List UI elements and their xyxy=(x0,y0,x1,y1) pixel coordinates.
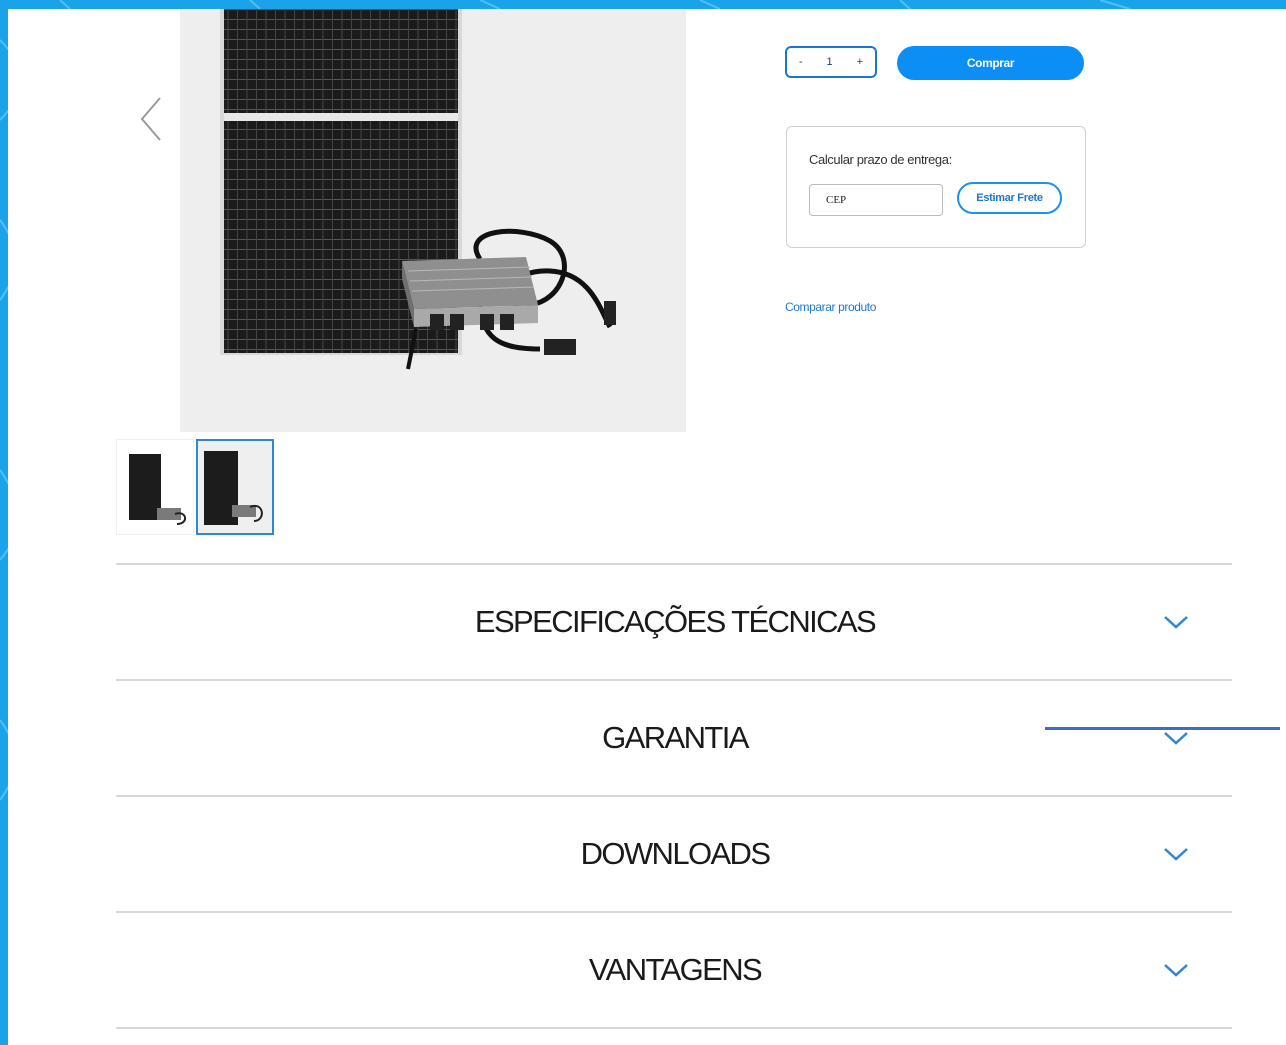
quantity-stepper[interactable]: - 1 + xyxy=(785,46,877,78)
accordion-title: GARANTIA xyxy=(602,720,749,755)
chevron-left-icon[interactable] xyxy=(136,94,166,144)
estimate-shipping-button[interactable]: Estimar Frete xyxy=(957,182,1062,214)
accordion-item-specs[interactable]: ESPECIFICAÇÕES TÉCNICAS xyxy=(116,565,1232,681)
qty-increment-button[interactable]: + xyxy=(857,56,863,68)
chevron-down-icon[interactable] xyxy=(1162,729,1190,747)
product-main-image[interactable] xyxy=(180,9,686,432)
cep-input[interactable] xyxy=(809,184,943,216)
thumbnail-image xyxy=(198,441,272,533)
thumbnail-2[interactable] xyxy=(196,439,274,535)
accordion-item-advantages[interactable]: VANTAGENS xyxy=(116,913,1232,1029)
accordion-item-warranty[interactable]: GARANTIA xyxy=(116,681,1232,797)
buy-button[interactable]: Comprar xyxy=(897,46,1084,80)
thumbnail-1[interactable] xyxy=(116,439,194,535)
product-accordion: ESPECIFICAÇÕES TÉCNICAS GARANTIA DOWNLOA… xyxy=(116,563,1232,1029)
chevron-down-icon[interactable] xyxy=(1162,845,1190,863)
shipping-label: Calcular prazo de entrega: xyxy=(809,152,952,167)
accordion-item-downloads[interactable]: DOWNLOADS xyxy=(116,797,1232,913)
qty-decrement-button[interactable]: - xyxy=(799,56,803,68)
solar-kit-image xyxy=(220,9,616,370)
qty-value[interactable]: 1 xyxy=(827,56,833,68)
thumbnail-image xyxy=(129,454,186,525)
annotation-line xyxy=(1045,727,1280,730)
chevron-down-icon[interactable] xyxy=(1162,961,1190,979)
compare-product-link[interactable]: Comparar produto xyxy=(785,300,876,314)
accordion-title: DOWNLOADS xyxy=(580,836,771,871)
shipping-estimator: Calcular prazo de entrega: Estimar Frete xyxy=(786,126,1086,248)
accordion-title: ESPECIFICAÇÕES TÉCNICAS xyxy=(474,604,877,639)
accordion-title: VANTAGENS xyxy=(588,952,763,987)
chevron-down-icon[interactable] xyxy=(1162,613,1190,631)
product-page: - 1 + Comprar Calcular prazo de entrega:… xyxy=(8,9,1286,1045)
